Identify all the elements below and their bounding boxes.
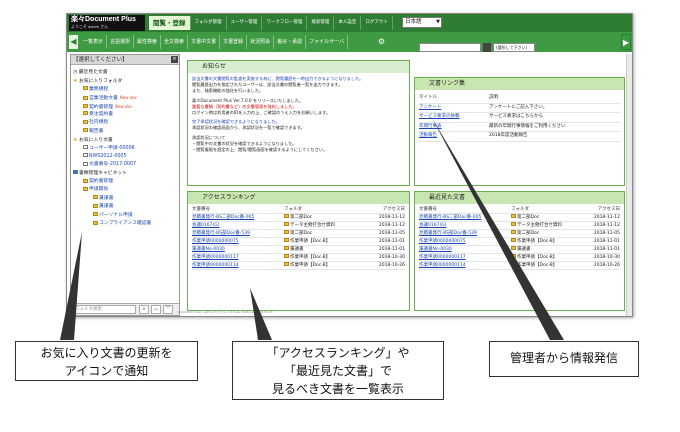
callout-left-line2: アイコンで通知 bbox=[64, 364, 149, 378]
callout-center-line2: 「最近見た文書」で bbox=[283, 364, 392, 378]
callout-left-line1: お気に入り文書の更新を bbox=[40, 346, 173, 360]
callout-ranking: 「アクセスランキング」や 「最近見た文書」で 見るべき文書を一覧表示 bbox=[232, 341, 444, 400]
callout-admin-info: 管理者から情報発信 bbox=[489, 341, 639, 377]
pointer-center bbox=[250, 288, 272, 340]
pointer-right bbox=[432, 118, 564, 340]
callout-center-line3: 見るべき文書を一覧表示 bbox=[271, 382, 404, 396]
callout-right-line1: 管理者から情報発信 bbox=[509, 351, 618, 365]
pointer-left bbox=[60, 232, 82, 340]
callout-center-line1: 「アクセスランキング」や bbox=[266, 346, 410, 360]
callout-favorites: お気に入り文書の更新を アイコンで通知 bbox=[15, 341, 198, 381]
